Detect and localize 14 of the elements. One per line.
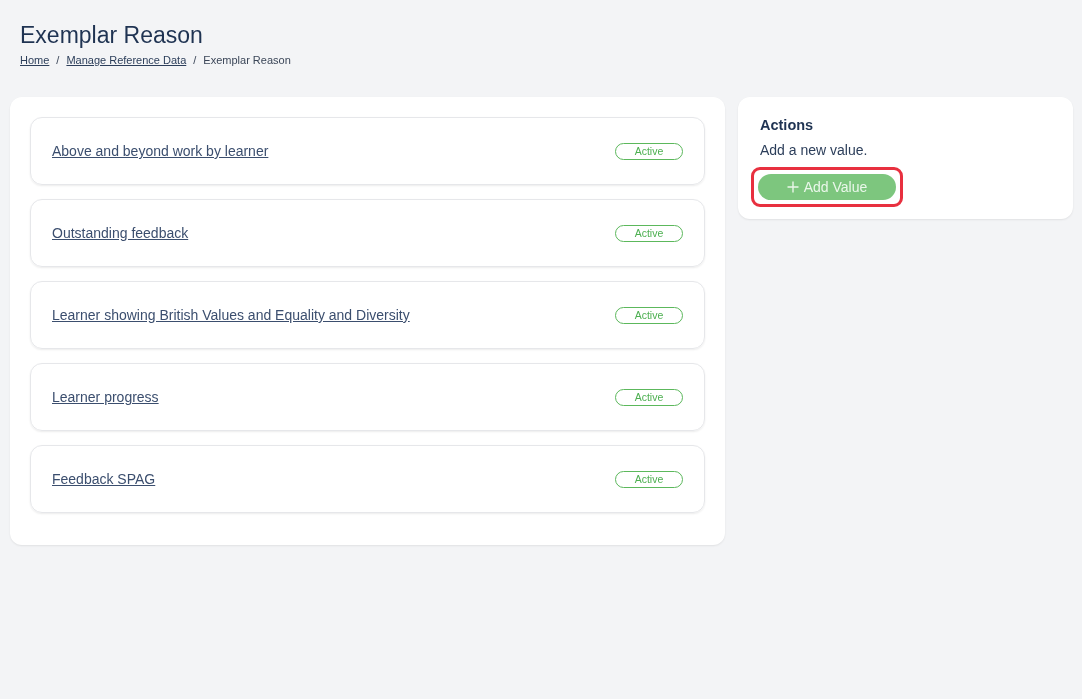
plus-icon [786, 181, 799, 193]
value-link[interactable]: Outstanding feedback [52, 225, 189, 241]
actions-description: Add a new value. [760, 142, 869, 158]
breadcrumb-separator: / [56, 54, 60, 66]
value-link[interactable]: Learner showing British Values and Equality and Diversity [52, 307, 410, 323]
actions-title: Actions [760, 117, 815, 133]
value-link[interactable]: Learner progress [52, 389, 159, 405]
breadcrumb-current: Exemplar Reason [203, 54, 291, 66]
breadcrumb-link[interactable]: Manage Reference Data [66, 54, 187, 66]
breadcrumb-separator: / [193, 54, 197, 66]
page-title: Exemplar Reason [20, 21, 204, 50]
breadcrumb-link[interactable]: Home [20, 54, 50, 66]
value-link[interactable]: Feedback SPAG [52, 471, 156, 487]
value-link[interactable]: Above and beyond work by learner [52, 143, 269, 159]
